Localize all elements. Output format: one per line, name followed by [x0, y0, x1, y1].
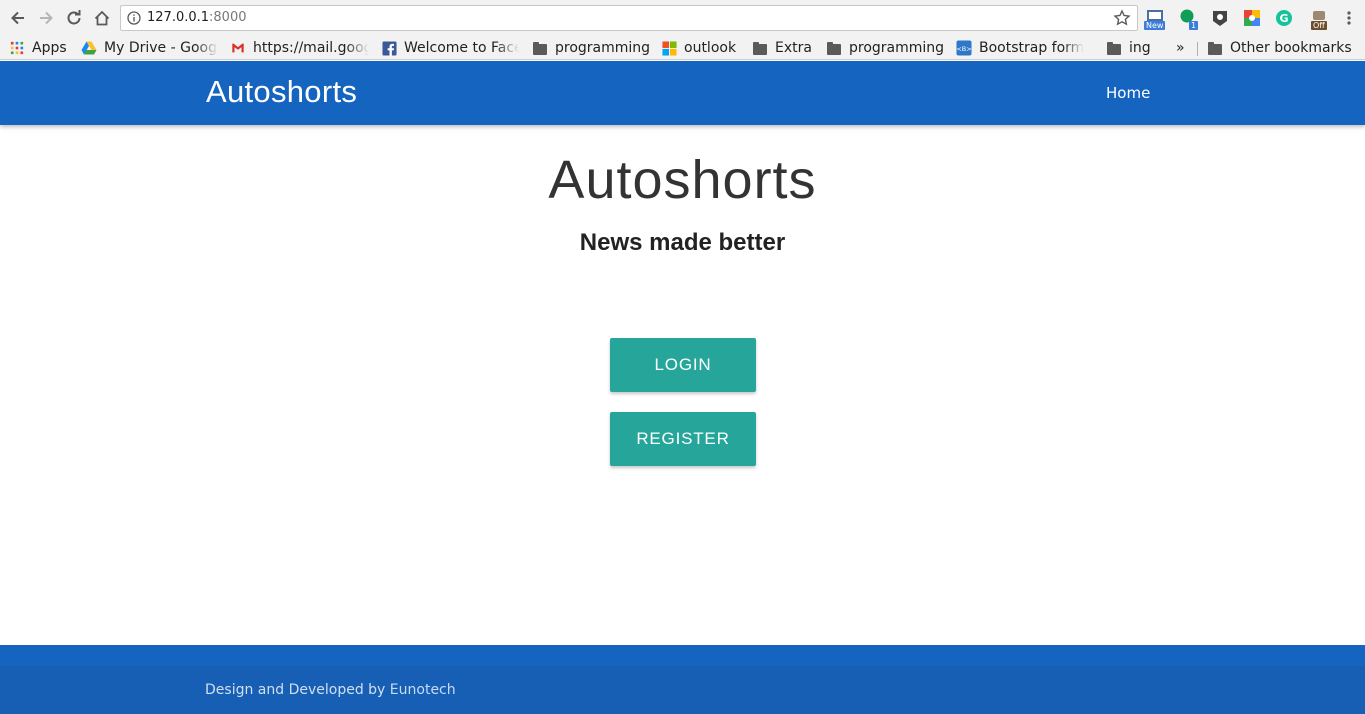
bookmark-folder-ing[interactable]: ing — [1106, 38, 1156, 58]
extension-badge: Off — [1311, 21, 1327, 30]
back-button[interactable] — [7, 7, 29, 29]
chevron-double-right-icon: » — [1176, 40, 1185, 56]
register-button[interactable]: REGISTER — [610, 412, 756, 466]
forward-arrow-icon — [40, 11, 53, 25]
keeper-extension-icon[interactable] — [1211, 9, 1229, 27]
apps-grid-icon — [9, 40, 25, 56]
login-button[interactable]: LOGIN — [610, 338, 756, 392]
folder-icon — [532, 40, 548, 56]
folder-icon — [1207, 40, 1223, 56]
windows-icon — [661, 40, 677, 56]
bookmark-label: My Drive - Google — [104, 40, 218, 56]
bookmark-label: Welcome to Facebook — [404, 40, 519, 56]
folder-icon — [826, 40, 842, 56]
footer-band — [0, 645, 1365, 666]
svg-text:G: G — [1279, 12, 1288, 25]
bookmark-label: Bootstrap form — [979, 40, 1085, 56]
bookmark-label: outlook — [684, 40, 737, 56]
url-text[interactable]: 127.0.0.1:8000 — [147, 10, 247, 25]
bookmark-apps[interactable]: Apps — [9, 38, 73, 58]
bookmark-label: Apps — [32, 40, 67, 56]
bookmark-folder-programming-2[interactable]: programming — [826, 38, 946, 58]
gmail-icon — [230, 40, 246, 56]
brand-logo-link[interactable]: Autoshorts — [206, 74, 357, 110]
bookmark-star-icon[interactable] — [1113, 9, 1131, 27]
bookmark-facebook[interactable]: Welcome to Facebook — [381, 38, 519, 58]
bookmark-label: https://mail.google — [253, 40, 369, 56]
extension-badge: 1 — [1189, 21, 1199, 30]
drive-icon — [81, 40, 97, 56]
bookmark-my-drive[interactable]: My Drive - Google — [81, 38, 218, 58]
svg-text:<B>: <B> — [956, 45, 971, 53]
footer-text: Design and Developed by Eunotech — [205, 682, 456, 698]
off-extension-icon[interactable]: Off — [1310, 9, 1328, 30]
bookmark-label: Extra — [775, 40, 812, 56]
page-subtitle: News made better — [579, 229, 786, 256]
nav-home-link[interactable]: Home — [1106, 84, 1150, 102]
address-bar[interactable]: 127.0.0.1:8000 — [120, 5, 1138, 31]
facebook-icon — [381, 40, 397, 56]
bookmark-other-bookmarks[interactable]: Other bookmarks — [1207, 38, 1357, 58]
url-host: 127.0.0.1 — [147, 10, 210, 25]
bookmark-label: ing — [1129, 40, 1151, 56]
bookmark-folder-extra[interactable]: Extra — [752, 38, 818, 58]
bookmark-label: programming — [849, 40, 945, 56]
bookmark-label: programming — [555, 40, 651, 56]
new-extension-icon[interactable]: New — [1144, 9, 1166, 30]
folder-icon — [1106, 40, 1122, 56]
page-title-text: Autoshorts — [548, 150, 817, 210]
bookmarks-bar: Apps My Drive - Google https://mail.goog… — [0, 36, 1365, 60]
bookmark-bootstrap-form[interactable]: <B> Bootstrap form — [956, 38, 1093, 58]
footer-copyright: Design and Developed by Eunotech — [0, 666, 1365, 714]
hangouts-extension-icon[interactable]: 1 — [1179, 9, 1199, 30]
browser-toolbar: 127.0.0.1:8000 New 1 G Off — [0, 0, 1365, 36]
home-icon — [94, 10, 110, 26]
extension-badge: New — [1144, 21, 1166, 30]
home-button[interactable] — [91, 7, 113, 29]
menu-kebab-icon[interactable] — [1340, 9, 1358, 27]
url-port: :8000 — [209, 10, 247, 25]
bookmark-gmail[interactable]: https://mail.google — [230, 38, 369, 58]
reload-icon — [67, 10, 81, 25]
bookmarks-overflow-button[interactable]: » — [1176, 38, 1190, 58]
bookmarks-divider — [1197, 42, 1198, 56]
google-extension-icon[interactable] — [1243, 9, 1261, 27]
bookmark-outlook[interactable]: outlook — [661, 38, 743, 58]
footer-credit-text: Design and Developed by — [205, 682, 390, 698]
forward-button[interactable] — [35, 7, 57, 29]
footer-eunotech-link[interactable]: Eunotech — [390, 682, 456, 698]
folder-icon — [752, 40, 768, 56]
back-arrow-icon — [11, 11, 24, 25]
app-navbar: Autoshorts Home — [0, 61, 1365, 125]
bootstrap-icon: <B> — [956, 40, 972, 56]
bookmark-label: Other bookmarks — [1230, 40, 1352, 56]
page-title: Autoshorts — [0, 148, 1365, 211]
info-icon[interactable] — [127, 11, 141, 25]
grammarly-extension-icon[interactable]: G — [1275, 9, 1293, 27]
bookmark-folder-programming[interactable]: programming — [532, 38, 652, 58]
reload-button[interactable] — [63, 7, 85, 29]
